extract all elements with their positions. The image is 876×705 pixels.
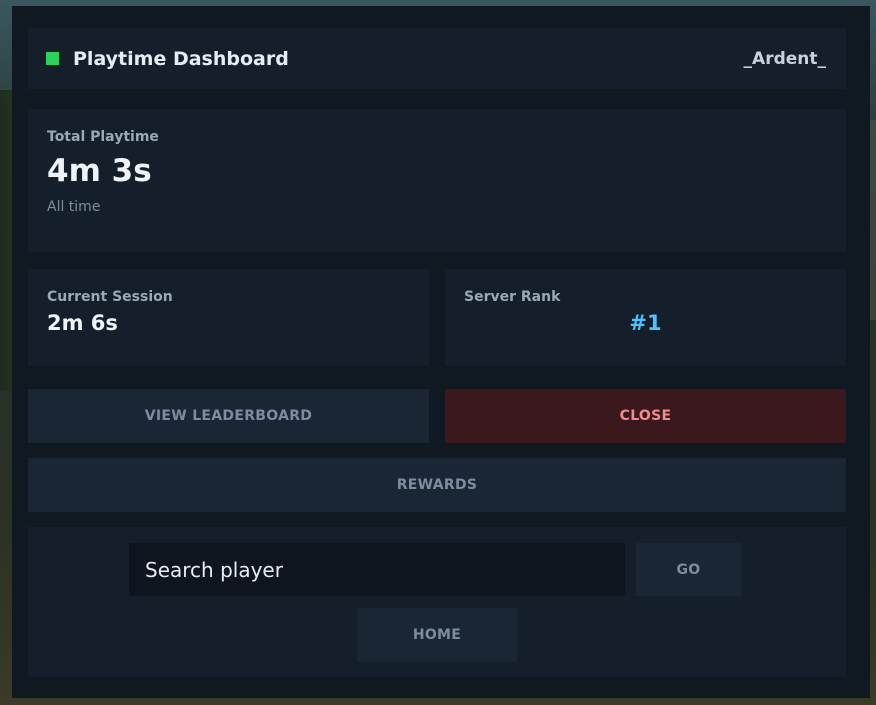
server-rank-card: Server Rank #1 xyxy=(445,269,846,366)
rewards-button[interactable]: REWARDS xyxy=(28,458,846,512)
dashboard-header: Playtime Dashboard _Ardent_ xyxy=(28,28,846,89)
current-session-card: Current Session 2m 6s xyxy=(28,269,429,366)
current-session-label: Current Session xyxy=(47,289,173,305)
server-rank-label: Server Rank xyxy=(464,289,561,305)
total-playtime-subtitle: All time xyxy=(47,199,101,215)
search-player-input[interactable] xyxy=(129,543,625,596)
total-playtime-value: 4m 3s xyxy=(47,153,152,189)
player-search-section: GO HOME xyxy=(28,527,846,677)
go-button[interactable]: GO xyxy=(636,543,741,596)
dashboard-title: Playtime Dashboard xyxy=(73,47,289,70)
status-indicator-icon xyxy=(46,52,59,65)
server-rank-value: #1 xyxy=(629,311,662,335)
view-leaderboard-button[interactable]: VIEW LEADERBOARD xyxy=(28,389,429,443)
home-button[interactable]: HOME xyxy=(357,608,517,662)
current-session-value: 2m 6s xyxy=(47,311,118,335)
total-playtime-label: Total Playtime xyxy=(47,129,159,145)
total-playtime-card: Total Playtime 4m 3s All time xyxy=(28,109,846,252)
playtime-dashboard-panel: Playtime Dashboard _Ardent_ Total Playti… xyxy=(12,6,870,698)
player-username: _Ardent_ xyxy=(743,48,826,69)
close-button[interactable]: CLOSE xyxy=(445,389,846,443)
